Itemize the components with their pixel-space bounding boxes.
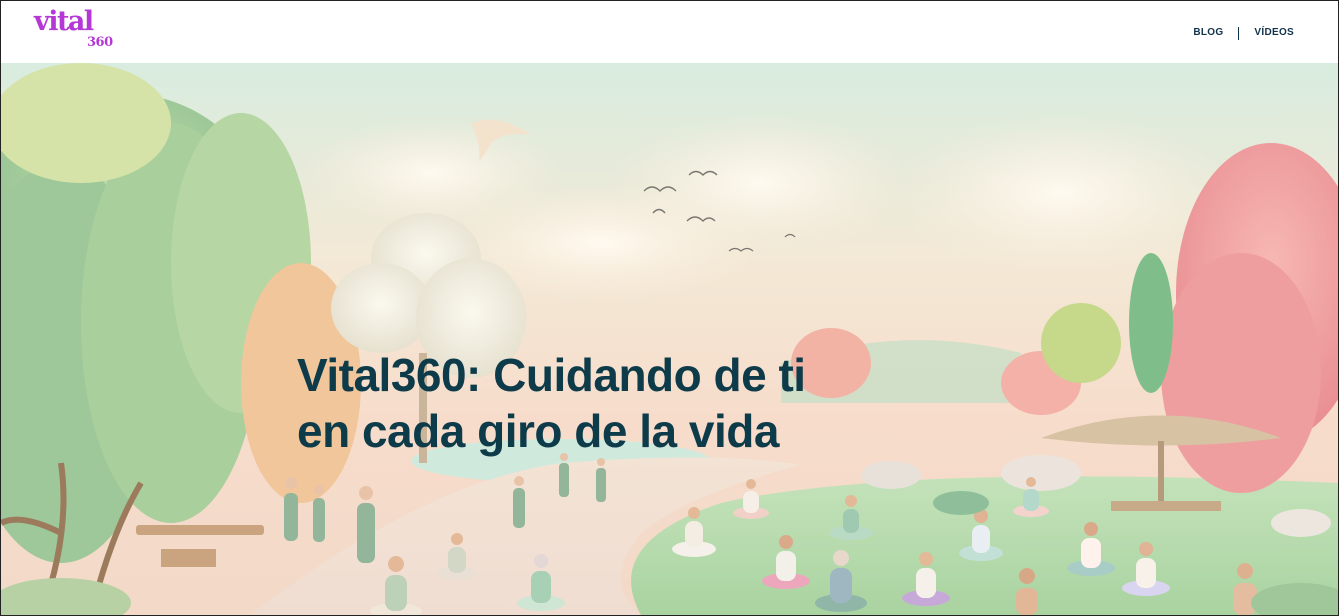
hero-illustration <box>1 63 1338 615</box>
page: vital 360 BLOG VÍDEOS Vital360: Cuidando… <box>0 0 1339 616</box>
hero-banner: Vital360: Cuidando de ti en cada giro de… <box>1 63 1338 615</box>
main-nav: BLOG VÍDEOS <box>1193 25 1294 41</box>
logo-number: 360 <box>87 35 113 50</box>
nav-link-videos[interactable]: VÍDEOS <box>1254 25 1294 41</box>
hero-title-line-1: Vital360: Cuidando de ti <box>297 349 806 401</box>
nav-divider <box>1238 26 1240 40</box>
nav-link-blog[interactable]: BLOG <box>1193 25 1223 41</box>
site-header: vital 360 BLOG VÍDEOS <box>1 1 1338 63</box>
hero-title: Vital360: Cuidando de ti en cada giro de… <box>297 347 917 459</box>
hero-title-line-2: en cada giro de la vida <box>297 405 779 457</box>
site-logo[interactable]: vital 360 <box>34 7 124 53</box>
logo-wordmark: vital <box>34 6 94 37</box>
